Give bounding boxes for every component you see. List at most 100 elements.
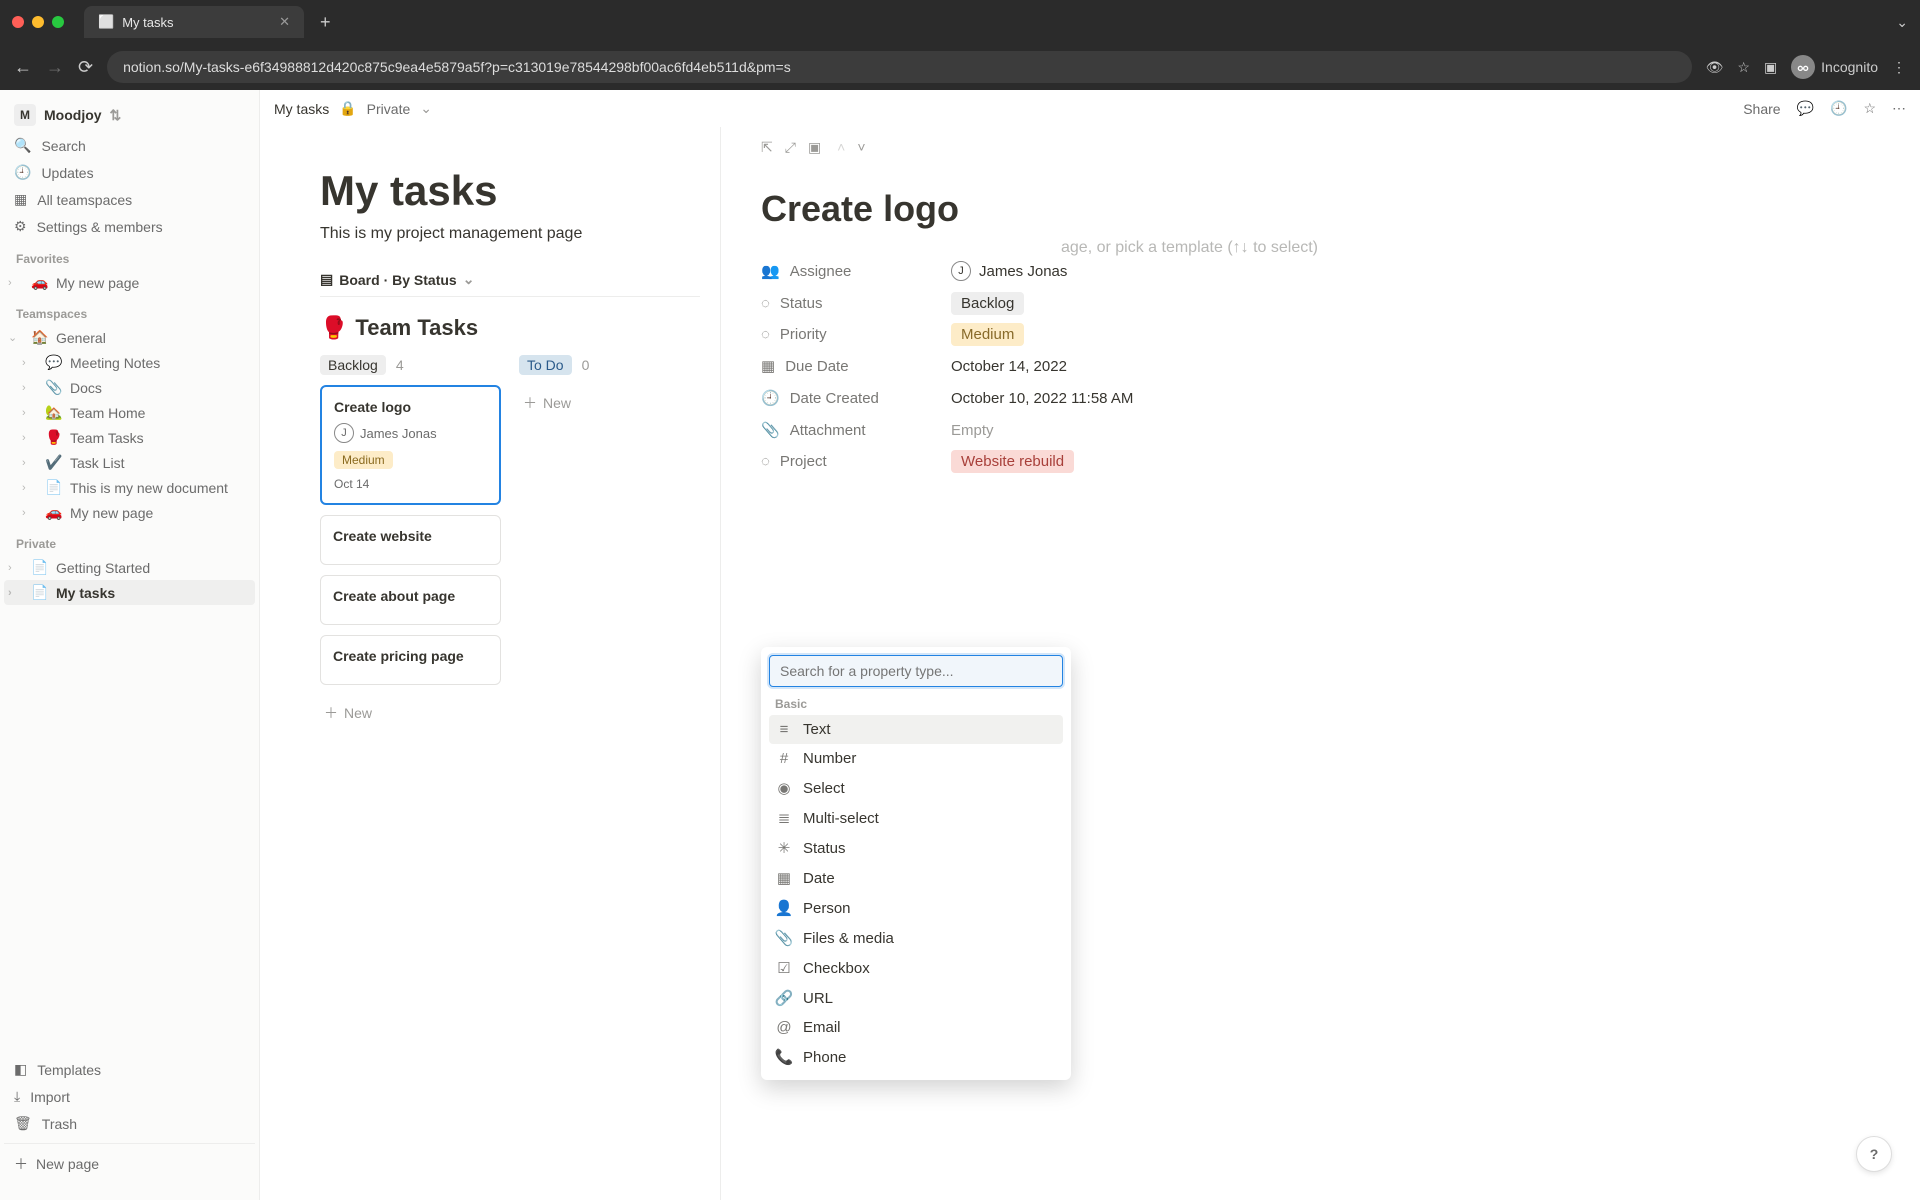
page-emoji: 🚗 — [30, 274, 50, 291]
chevron-right-icon[interactable]: › — [22, 382, 38, 394]
status-icon: ◌ — [761, 326, 770, 343]
popup-item-url[interactable]: 🔗URL — [769, 983, 1063, 1013]
breadcrumb-privacy[interactable]: Private — [367, 101, 411, 117]
chevron-right-icon[interactable]: › — [22, 457, 38, 469]
popup-item-text[interactable]: ≡Text — [769, 715, 1063, 744]
popup-item-person[interactable]: 👤Person — [769, 893, 1063, 923]
sidebar-page-my-tasks[interactable]: ›📄My tasks — [4, 580, 255, 605]
detail-title[interactable]: Create logo — [761, 188, 1880, 230]
popup-item-status[interactable]: ✳Status — [769, 833, 1063, 863]
new-card-button[interactable]: ＋New — [519, 385, 700, 421]
sidebar-page-getting-started[interactable]: ›📄Getting Started — [4, 555, 255, 580]
expand-icon[interactable]: ⤢ — [785, 139, 796, 156]
sidebar-page-task-list[interactable]: ›✔️Task List — [18, 450, 255, 475]
chevron-right-icon[interactable]: › — [8, 587, 24, 599]
prop-due-date[interactable]: ▦Due Date October 14, 2022 — [761, 350, 1880, 382]
sidebar-page-team-home[interactable]: ›🏡Team Home — [18, 400, 255, 425]
sidebar-page-docs[interactable]: ›📎Docs — [18, 375, 255, 400]
new-page-button[interactable]: ＋New page — [4, 1143, 255, 1184]
text-icon: ≡ — [775, 721, 793, 738]
prop-date-created[interactable]: 🕘Date Created October 10, 2022 11:58 AM — [761, 382, 1880, 414]
page-body-placeholder[interactable]: age, or pick a template (↑↓ to select) — [761, 239, 1880, 257]
person-icon: 👤 — [775, 899, 793, 917]
column-name[interactable]: To Do — [519, 355, 572, 375]
sidebar-page-mynewpage-2[interactable]: ›🚗My new page — [18, 500, 255, 525]
popup-item-select[interactable]: ◉Select — [769, 773, 1063, 803]
back-icon[interactable]: ← — [14, 57, 32, 78]
star-icon[interactable]: ☆ — [1863, 100, 1876, 117]
prop-attachment[interactable]: 📎Attachment Empty — [761, 414, 1880, 446]
comment-icon[interactable]: 💬 — [1797, 100, 1814, 117]
share-button[interactable]: Share — [1743, 101, 1780, 117]
bookmark-star-icon[interactable]: ☆ — [1737, 59, 1750, 76]
eye-off-icon[interactable]: 👁 — [1706, 59, 1724, 76]
page-title[interactable]: My tasks — [320, 167, 700, 215]
history-icon[interactable]: 🕘 — [1830, 100, 1847, 117]
prop-assignee[interactable]: 👥Assignee JJames Jonas — [761, 254, 1880, 288]
prop-priority[interactable]: ◌Priority Medium — [761, 319, 1880, 350]
sidebar-all-teamspaces[interactable]: ▦ All teamspaces — [4, 186, 255, 213]
window-minimize-button[interactable] — [32, 16, 44, 28]
chevron-right-icon[interactable]: › — [22, 482, 38, 494]
popup-item-multiselect[interactable]: ≣Multi-select — [769, 803, 1063, 833]
breadcrumb-page[interactable]: My tasks — [274, 101, 329, 117]
new-card-button[interactable]: ＋New — [320, 695, 501, 731]
tab-close-icon[interactable]: ✕ — [279, 14, 290, 30]
browser-tab[interactable]: ⬜ My tasks ✕ — [84, 6, 304, 38]
workspace-switcher[interactable]: M Moodjoy ⇅ — [4, 98, 255, 132]
chevron-right-icon[interactable]: › — [22, 507, 38, 519]
new-tab-button[interactable]: + — [312, 12, 339, 33]
sidebar-import[interactable]: ⤓Import — [4, 1083, 255, 1110]
forward-icon[interactable]: → — [46, 57, 64, 78]
popup-item-files[interactable]: 📎Files & media — [769, 923, 1063, 953]
help-button[interactable]: ? — [1856, 1136, 1892, 1172]
sidebar-templates[interactable]: ◧Templates — [4, 1056, 255, 1083]
extensions-icon[interactable]: ▣ — [1764, 59, 1777, 76]
more-icon[interactable]: ⋯ — [1892, 100, 1906, 117]
sidebar-page-team-tasks[interactable]: ›🥊Team Tasks — [18, 425, 255, 450]
chevron-right-icon[interactable]: › — [22, 407, 38, 419]
window-close-button[interactable] — [12, 16, 24, 28]
chevron-right-icon[interactable]: › — [8, 562, 24, 574]
card-create-about-page[interactable]: Create about page — [320, 575, 501, 625]
chevron-right-icon[interactable]: › — [8, 277, 24, 289]
property-search-input[interactable] — [769, 655, 1063, 687]
open-as-page-icon[interactable]: ⇱ — [761, 139, 773, 156]
card-create-pricing-page[interactable]: Create pricing page — [320, 635, 501, 685]
group-title[interactable]: 🥊 Team Tasks — [320, 315, 700, 341]
sidebar-settings[interactable]: ⚙ Settings & members — [4, 213, 255, 240]
window-maximize-button[interactable] — [52, 16, 64, 28]
reload-icon[interactable]: ⟳ — [78, 57, 93, 78]
card-create-website[interactable]: Create website — [320, 515, 501, 565]
kebab-menu-icon[interactable]: ⋮ — [1892, 59, 1906, 76]
sidebar-trash[interactable]: 🗑Trash — [4, 1110, 255, 1137]
popup-item-email[interactable]: @Email — [769, 1013, 1063, 1042]
column-name[interactable]: Backlog — [320, 355, 386, 375]
card-create-logo[interactable]: Create logo J James Jonas Medium Oct 14 — [320, 385, 501, 505]
prop-status[interactable]: ◌Status Backlog — [761, 288, 1880, 319]
popup-item-number[interactable]: #Number — [769, 744, 1063, 773]
view-switcher[interactable]: ▤ Board · By Status ⌄ — [320, 263, 700, 297]
import-icon: ⤓ — [14, 1088, 20, 1105]
prev-page-icon[interactable]: ˄ — [837, 139, 845, 156]
url-input[interactable]: notion.so/My-tasks-e6f34988812d420c875c9… — [107, 51, 1692, 83]
chevron-right-icon[interactable]: › — [22, 357, 38, 369]
peek-mode-icon[interactable]: ▣ — [808, 139, 821, 156]
chevron-right-icon[interactable]: › — [22, 432, 38, 444]
tabs-dropdown-icon[interactable]: ⌄ — [1896, 14, 1908, 31]
page-description[interactable]: This is my project management page — [320, 225, 700, 243]
sidebar-updates[interactable]: 🕘 Updates — [4, 159, 255, 186]
chevron-down-icon[interactable]: ⌄ — [8, 331, 24, 344]
sidebar-page-meeting-notes[interactable]: ›💬Meeting Notes — [18, 350, 255, 375]
sidebar-search[interactable]: 🔍 Search — [4, 132, 255, 159]
page-emoji: 🏠 — [30, 329, 50, 346]
popup-item-phone[interactable]: 📞Phone — [769, 1042, 1063, 1072]
sidebar-teamspace-general[interactable]: ⌄ 🏠 General — [4, 325, 255, 350]
popup-item-date[interactable]: ▦Date — [769, 863, 1063, 893]
popup-item-checkbox[interactable]: ☑Checkbox — [769, 953, 1063, 983]
prop-project[interactable]: ◌Project Website rebuild — [761, 446, 1880, 477]
sidebar-page-new-document[interactable]: ›📄This is my new document — [18, 475, 255, 500]
next-page-icon[interactable]: ˅ — [857, 139, 865, 156]
sidebar-page-fav-mynewpage[interactable]: › 🚗 My new page — [4, 270, 255, 295]
chevron-down-icon[interactable]: ⌄ — [420, 100, 432, 117]
